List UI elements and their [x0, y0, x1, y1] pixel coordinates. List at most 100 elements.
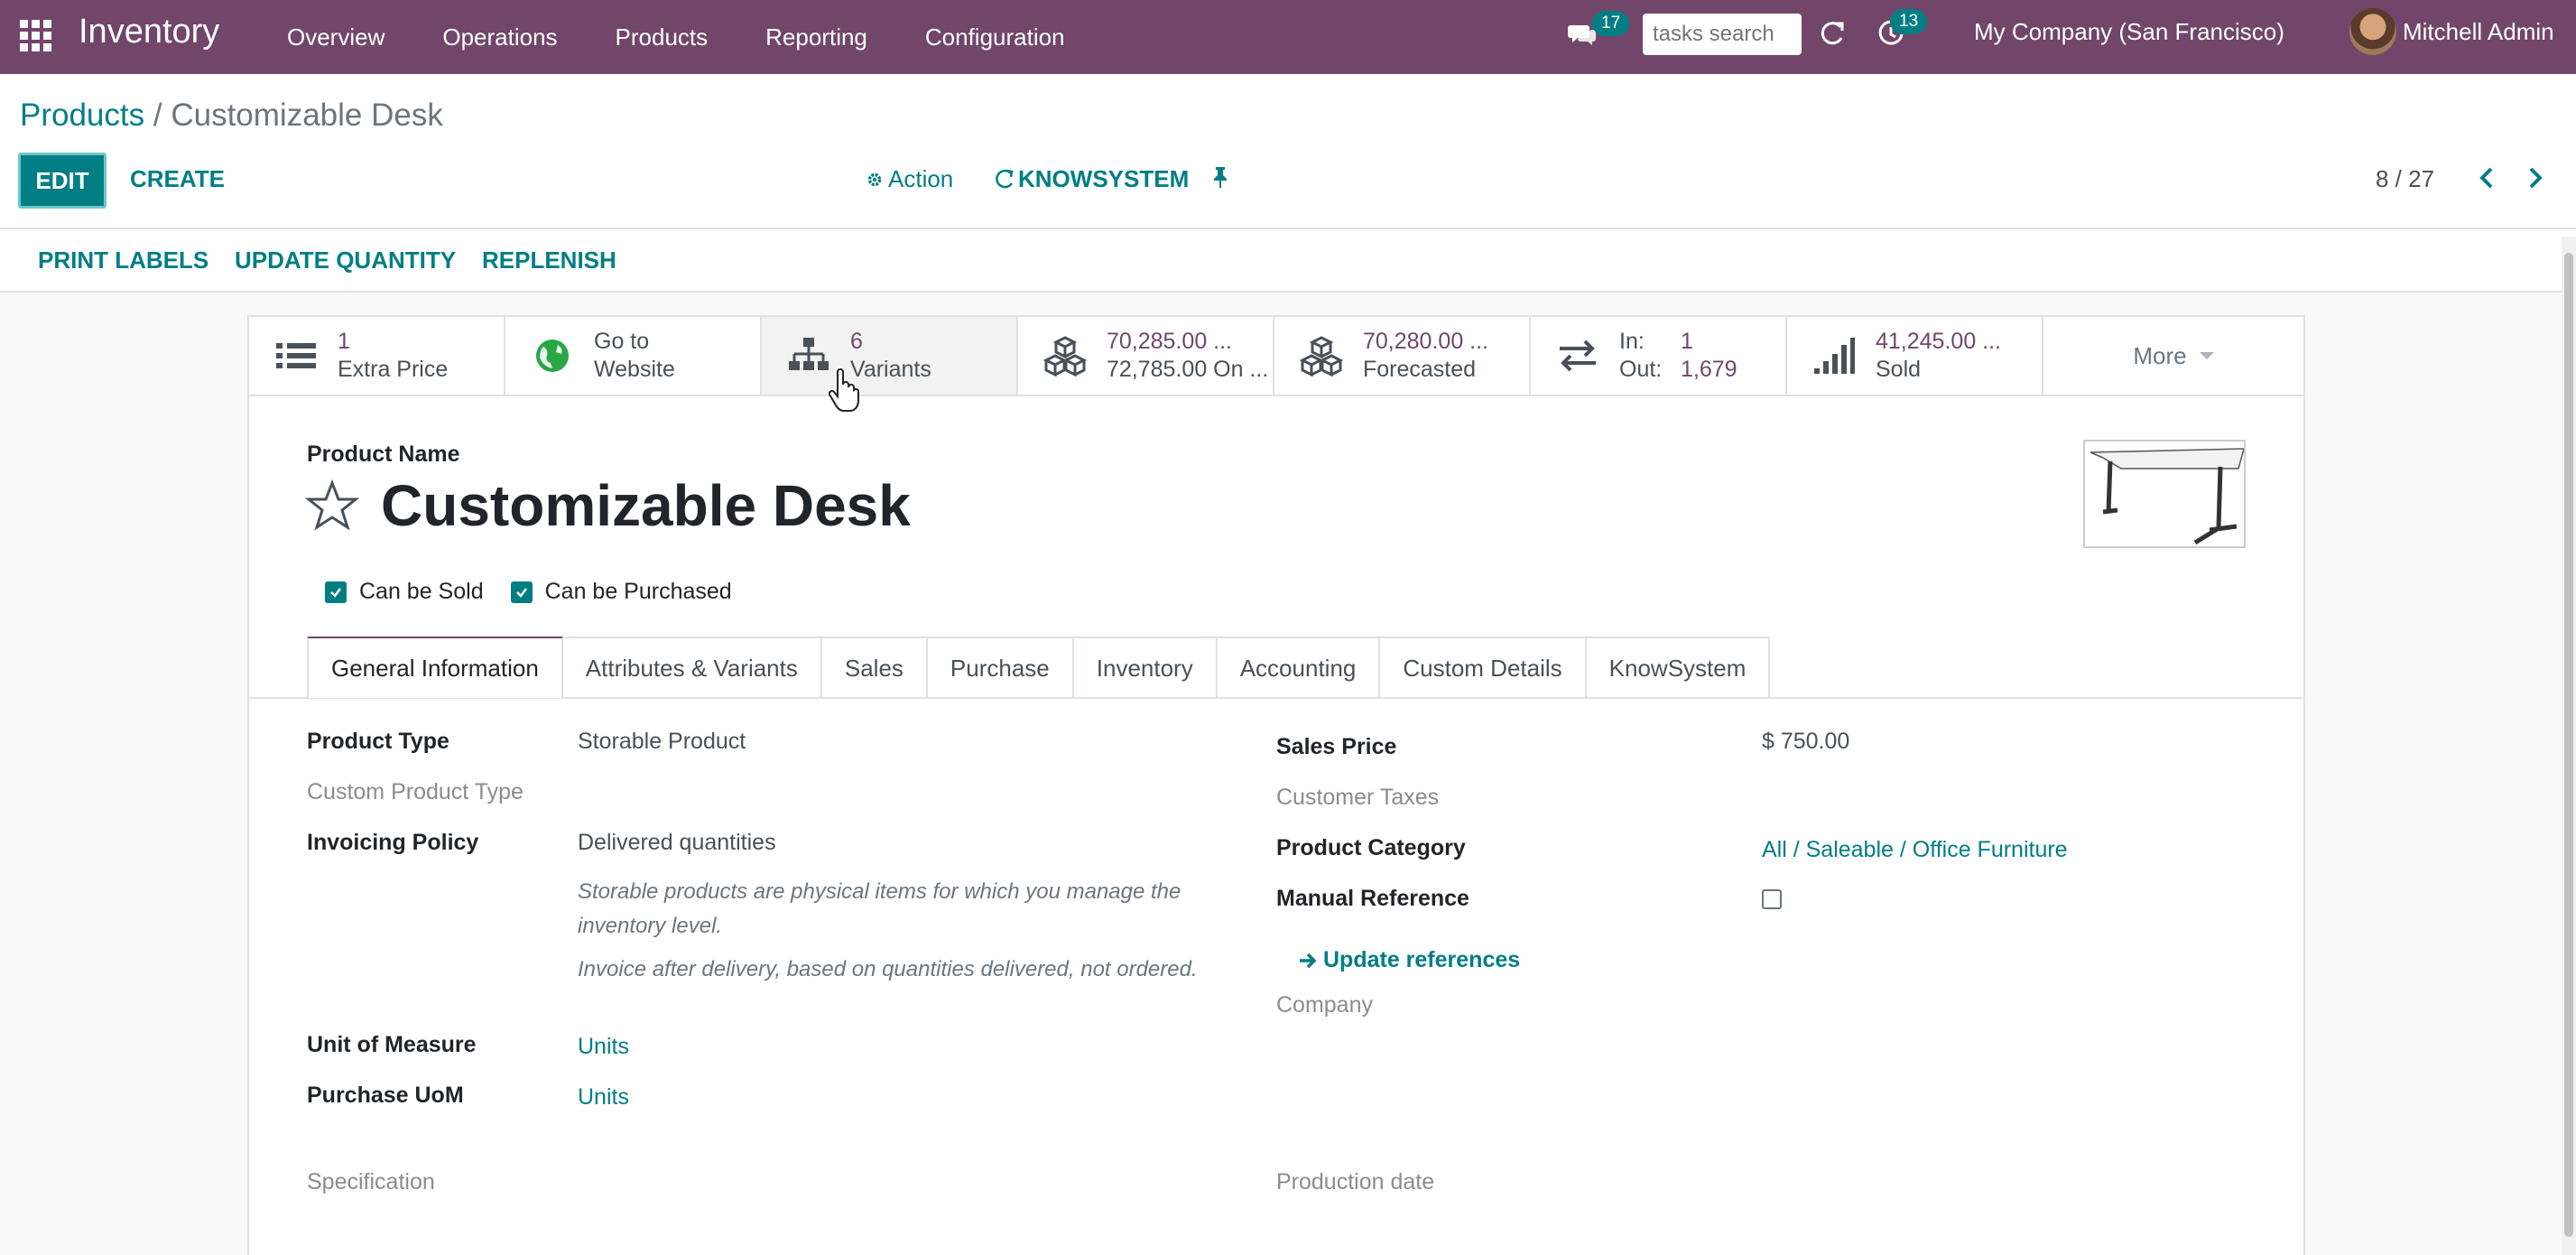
product-category-value[interactable]: All / Saleable / Office Furniture [1762, 837, 2068, 863]
unit-of-measure-label: Unit of Measure [307, 1032, 477, 1057]
update-references-button[interactable]: Update references [1298, 947, 1520, 973]
action-menu-button[interactable]: Action [866, 165, 953, 193]
tab-knowsystem[interactable]: KnowSystem [1586, 637, 1771, 698]
sold-button[interactable]: 41,245.00 ... Sold [1787, 317, 2043, 395]
list-icon [276, 343, 316, 368]
product-category-label: Product Category [1276, 835, 1466, 860]
forecasted-button[interactable]: 70,280.00 ... Forecasted [1274, 317, 1531, 395]
product-name-field[interactable]: Customizable Desk [381, 472, 911, 539]
app-name[interactable]: Inventory [79, 13, 219, 51]
invoicing-policy-label: Invoicing Policy [307, 830, 479, 855]
invoicing-policy-value[interactable]: Delivered quantities [578, 830, 776, 856]
user-avatar[interactable] [2349, 8, 2396, 55]
on-hand-button[interactable]: 70,285.00 ... 72,785.00 On ... [1018, 317, 1274, 395]
more-button[interactable]: More [2043, 317, 2303, 395]
purchase-uom-value[interactable]: Units [578, 1084, 629, 1111]
chevron-right-icon[interactable] [2525, 165, 2546, 191]
chevron-left-icon[interactable] [2476, 165, 2497, 191]
activities-count-badge: 13 [1890, 9, 1928, 34]
extra-price-label: Extra Price [338, 357, 449, 382]
breadcrumb-separator: / [153, 98, 162, 133]
control-panel: Products / Customizable Desk EDIT CREATE… [0, 74, 2576, 229]
knowsystem-icon [996, 169, 1014, 188]
vertical-scrollbar[interactable] [2562, 237, 2576, 1255]
can-be-purchased-label: Can be Purchased [544, 579, 732, 604]
top-menu: Overview Operations Products Reporting C… [287, 0, 1123, 74]
in-out-button[interactable]: In: 1 Out: 1,679 [1531, 317, 1787, 395]
favorite-star-icon[interactable] [305, 479, 359, 534]
can-be-sold-checkbox[interactable] [325, 581, 347, 603]
variants-count: 6 [850, 329, 863, 354]
apps-menu-icon[interactable] [18, 18, 52, 52]
product-flags: Can be Sold Can be Purchased [325, 579, 759, 605]
can-be-purchased-checkbox[interactable] [510, 581, 533, 603]
tab-inventory[interactable]: Inventory [1073, 637, 1218, 698]
tab-custom-details[interactable]: Custom Details [1380, 637, 1587, 698]
tab-accounting[interactable]: Accounting [1217, 637, 1381, 698]
signal-icon [1814, 338, 1855, 374]
print-labels-button[interactable]: PRINT LABELS [38, 246, 208, 274]
product-type-label: Product Type [307, 729, 449, 754]
update-quantity-button[interactable]: UPDATE QUANTITY [235, 246, 456, 274]
pager-value[interactable]: 8 / 27 [2376, 165, 2434, 193]
unit-of-measure-value[interactable]: Units [578, 1034, 629, 1060]
user-menu[interactable]: Mitchell Admin [2403, 18, 2554, 46]
extra-price-value: 1 [338, 329, 350, 354]
smart-button-box: 1 Extra Price Go to Website 6 Variants 7… [249, 317, 2303, 396]
variants-button[interactable]: 6 Variants [762, 317, 1018, 395]
in-label: In: [1619, 329, 1645, 354]
tab-general-information[interactable]: General Information [307, 637, 563, 698]
globe-icon [536, 339, 569, 372]
breadcrumb: Products / Customizable Desk [20, 98, 443, 134]
menu-products[interactable]: Products [616, 23, 709, 51]
main-navbar: Inventory Overview Operations Products R… [0, 0, 2576, 74]
product-name-label: Product Name [307, 442, 460, 467]
edit-button[interactable]: EDIT [18, 153, 107, 209]
can-be-sold-label: Can be Sold [359, 579, 484, 604]
product-form-sheet: 1 Extra Price Go to Website 6 Variants 7… [247, 315, 2305, 1255]
pin-icon[interactable] [1209, 165, 1231, 189]
production-date-label: Production date [1276, 1169, 1435, 1195]
company-switcher[interactable]: My Company (San Francisco) [1974, 18, 2284, 46]
invoice-help-text: Invoice after delivery, based on quantit… [578, 957, 1198, 981]
hand-pointer-cursor-icon [829, 368, 859, 412]
desk-image [2090, 448, 2245, 545]
go-to-website-button[interactable]: Go to Website [505, 317, 762, 395]
sales-price-value[interactable]: $ 750.00 [1762, 729, 1849, 755]
check-icon [330, 587, 341, 598]
menu-configuration[interactable]: Configuration [925, 23, 1065, 51]
on-hand-label: 72,785.00 On ... [1107, 357, 1269, 382]
extra-price-button[interactable]: 1 Extra Price [249, 317, 505, 395]
tasks-search-input[interactable] [1643, 14, 1802, 55]
specification-label: Specification [307, 1169, 435, 1195]
menu-overview[interactable]: Overview [287, 23, 385, 51]
refresh-icon[interactable] [1819, 20, 1846, 47]
cubes-icon [1043, 336, 1087, 377]
tab-sales[interactable]: Sales [821, 637, 928, 698]
knowsystem-button[interactable]: KNOWSYSTEM [993, 165, 1189, 193]
tab-attributes-variants[interactable]: Attributes & Variants [562, 637, 822, 698]
out-label: Out: [1619, 357, 1663, 382]
notebook-tabs: General Information Attributes & Variant… [307, 637, 1771, 698]
on-hand-value: 70,285.00 ... [1107, 329, 1233, 354]
menu-reporting[interactable]: Reporting [765, 23, 867, 51]
in-value: 1 [1681, 329, 1693, 354]
product-type-value[interactable]: Storable Product [578, 729, 746, 755]
cubes-icon [1300, 336, 1343, 377]
action-label: Action [888, 165, 954, 192]
arrow-right-icon [1300, 953, 1317, 968]
create-button[interactable]: CREATE [130, 165, 225, 193]
replenish-button[interactable]: REPLENISH [482, 246, 616, 274]
tab-purchase[interactable]: Purchase [927, 637, 1074, 698]
manual-reference-label: Manual Reference [1276, 886, 1469, 911]
menu-operations[interactable]: Operations [442, 23, 557, 51]
manual-reference-checkbox[interactable] [1762, 889, 1782, 909]
breadcrumb-products-link[interactable]: Products [20, 98, 144, 133]
messages-count-badge: 17 [1592, 11, 1630, 36]
storable-help-text: Storable products are physical items for… [578, 879, 1181, 938]
gear-icon [867, 172, 882, 186]
purchase-uom-label: Purchase UoM [307, 1083, 464, 1108]
scrollbar-thumb[interactable] [2564, 253, 2573, 1237]
product-image[interactable] [2083, 440, 2246, 548]
customer-taxes-label: Customer Taxes [1276, 785, 1440, 810]
